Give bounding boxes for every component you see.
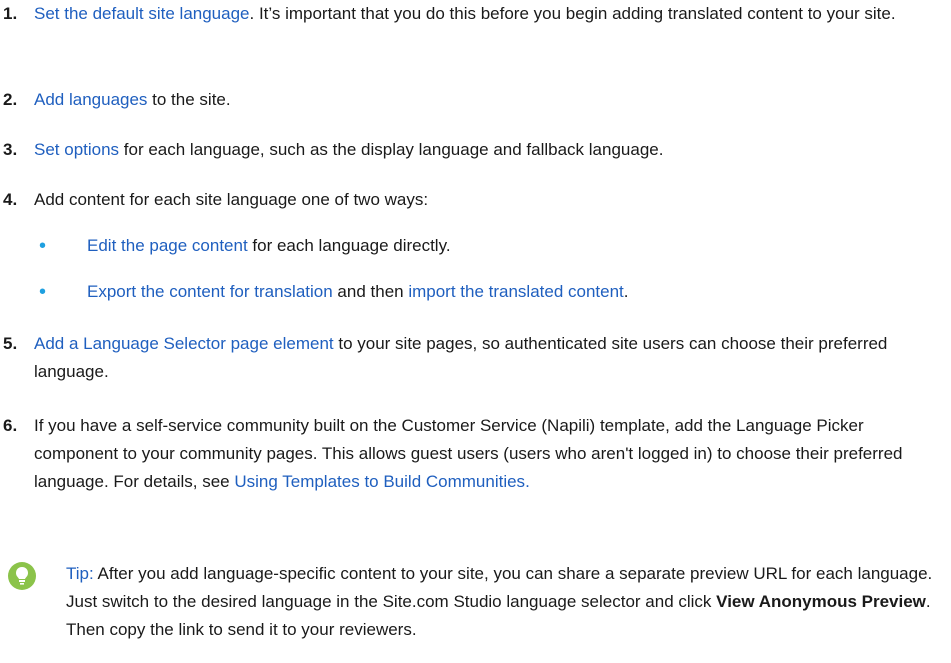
step-number: 4. [3, 190, 18, 209]
lightbulb-icon [8, 562, 36, 590]
add-languages-link[interactable]: Add languages [34, 90, 147, 109]
tip-text: Tip: After you add language-specific con… [66, 564, 933, 639]
bullet-icon: • [39, 235, 47, 257]
step-text: Add languages to the site. [34, 90, 231, 109]
import-translated-content-link[interactable]: import the translated content [408, 282, 623, 301]
step-4: 4. Add content for each site language on… [0, 186, 945, 214]
tip-label: Tip: [66, 564, 94, 583]
step-text: If you have a self-service community bui… [34, 416, 903, 491]
edit-page-content-link[interactable]: Edit the page content [87, 236, 248, 255]
step-number: 2. [3, 90, 18, 109]
add-language-selector-link[interactable]: Add a Language Selector page element [34, 334, 334, 353]
tip-callout: Tip: After you add language-specific con… [8, 560, 948, 644]
step-1: 1. Set the default site language. It’s i… [0, 0, 945, 28]
step-text: Set options for each language, such as t… [34, 140, 664, 159]
step-text: Set the default site language. It’s impo… [34, 4, 896, 23]
export-content-link[interactable]: Export the content for translation [87, 282, 333, 301]
set-default-language-link[interactable]: Set the default site language [34, 4, 250, 23]
step-number: 3. [3, 140, 18, 159]
bullet-icon: • [39, 281, 47, 303]
step-6: 6. If you have a self-service community … [0, 412, 945, 496]
view-anonymous-preview-label: View Anonymous Preview [716, 592, 926, 611]
step-text: Add content for each site language one o… [34, 190, 429, 209]
substep-edit-content: • Edit the page content for each languag… [34, 232, 934, 260]
document-body: 1. Set the default site language. It’s i… [0, 0, 951, 663]
step-text: Add a Language Selector page element to … [34, 334, 888, 381]
substep-export-content: • Export the content for translation and… [34, 278, 934, 306]
step-5: 5. Add a Language Selector page element … [0, 330, 945, 386]
step-number: 6. [3, 416, 18, 435]
step-3: 3. Set options for each language, such a… [0, 136, 945, 164]
step-number: 5. [3, 334, 18, 353]
using-templates-link[interactable]: Using Templates to Build Communities [234, 472, 525, 491]
step-2: 2. Add languages to the site. [0, 86, 945, 114]
set-options-link[interactable]: Set options [34, 140, 119, 159]
step-number: 1. [3, 4, 18, 23]
